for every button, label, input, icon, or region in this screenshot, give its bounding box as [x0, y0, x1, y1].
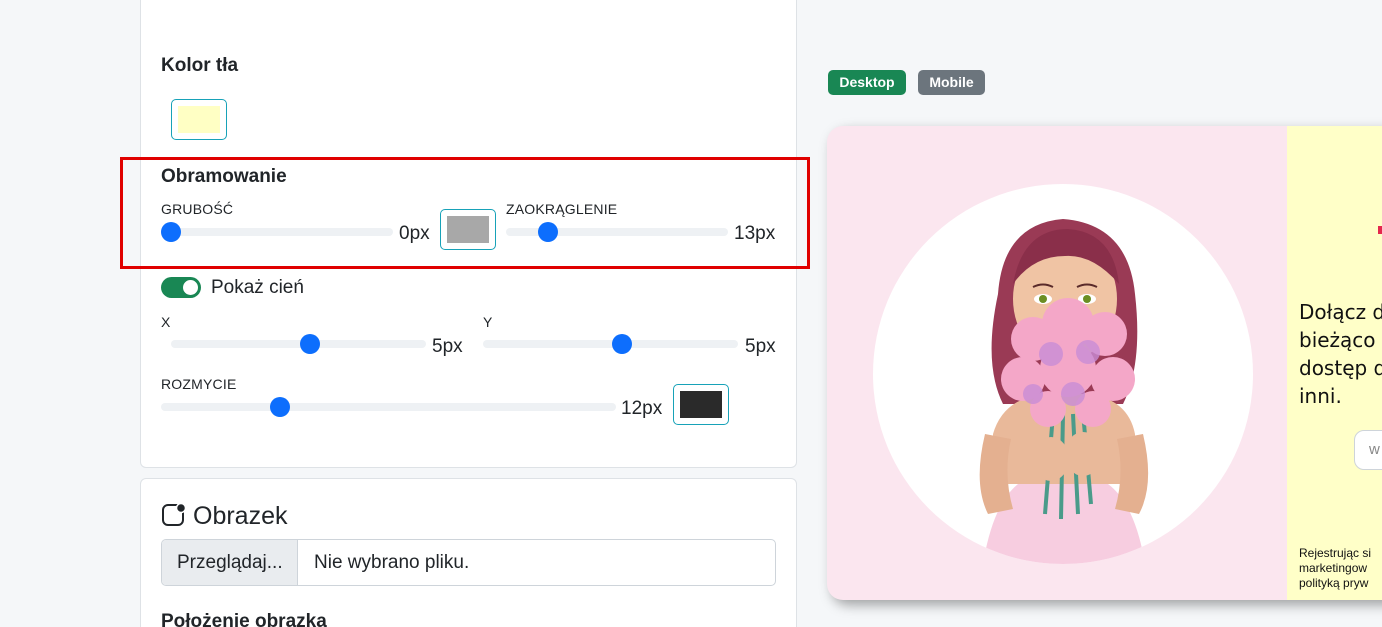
- preview-email-input: w: [1354, 430, 1382, 470]
- shadow-y-value: 5px: [745, 336, 776, 357]
- background-color-picker[interactable]: [171, 99, 227, 140]
- shadow-toggle-knob: [183, 280, 198, 295]
- preview-consent-text: Rejestrując si marketingow polityką pryw: [1299, 546, 1372, 590]
- woman-with-flowers-illustration: [979, 219, 1149, 564]
- image-file-input[interactable]: Przeglądaj... Nie wybrano pliku.: [161, 539, 776, 586]
- preview-message: Dołącz d bieżąco dostęp d inni.: [1299, 300, 1382, 408]
- preview-image-circle: [873, 184, 1253, 564]
- shadow-y-label: Y: [483, 314, 493, 330]
- shadow-x-value: 5px: [432, 336, 463, 357]
- shadow-x-label: X: [161, 314, 171, 330]
- shadow-toggle[interactable]: [161, 277, 201, 298]
- shadow-color-picker[interactable]: [673, 384, 729, 425]
- shadow-color-swatch: [680, 391, 722, 418]
- shadow-blur-label: ROZMYCIE: [161, 376, 237, 392]
- image-title: Obrazek: [193, 502, 288, 530]
- shadow-blur-slider[interactable]: [161, 397, 616, 417]
- shadow-blur-value: 12px: [621, 398, 663, 419]
- highlight-box: [120, 157, 810, 269]
- image-position-title: Położenie obrazka: [161, 611, 327, 627]
- tab-desktop[interactable]: Desktop: [828, 70, 906, 95]
- image-icon: [161, 502, 187, 528]
- preview-close-accent: [1378, 226, 1382, 234]
- popup-preview: Dołącz d bieżąco dostęp d inni. w Rejest…: [827, 126, 1382, 600]
- shadow-toggle-label: Pokaż cień: [211, 277, 304, 298]
- shadow-y-slider[interactable]: [483, 334, 738, 354]
- tab-mobile[interactable]: Mobile: [918, 70, 985, 95]
- file-status: Nie wybrano pliku.: [314, 552, 470, 573]
- shadow-x-slider[interactable]: [171, 334, 426, 354]
- background-color-title: Kolor tła: [161, 55, 239, 76]
- shadow-blur-thumb[interactable]: [269, 397, 290, 417]
- browse-button[interactable]: Przeglądaj...: [162, 540, 298, 585]
- background-color-swatch: [178, 106, 220, 133]
